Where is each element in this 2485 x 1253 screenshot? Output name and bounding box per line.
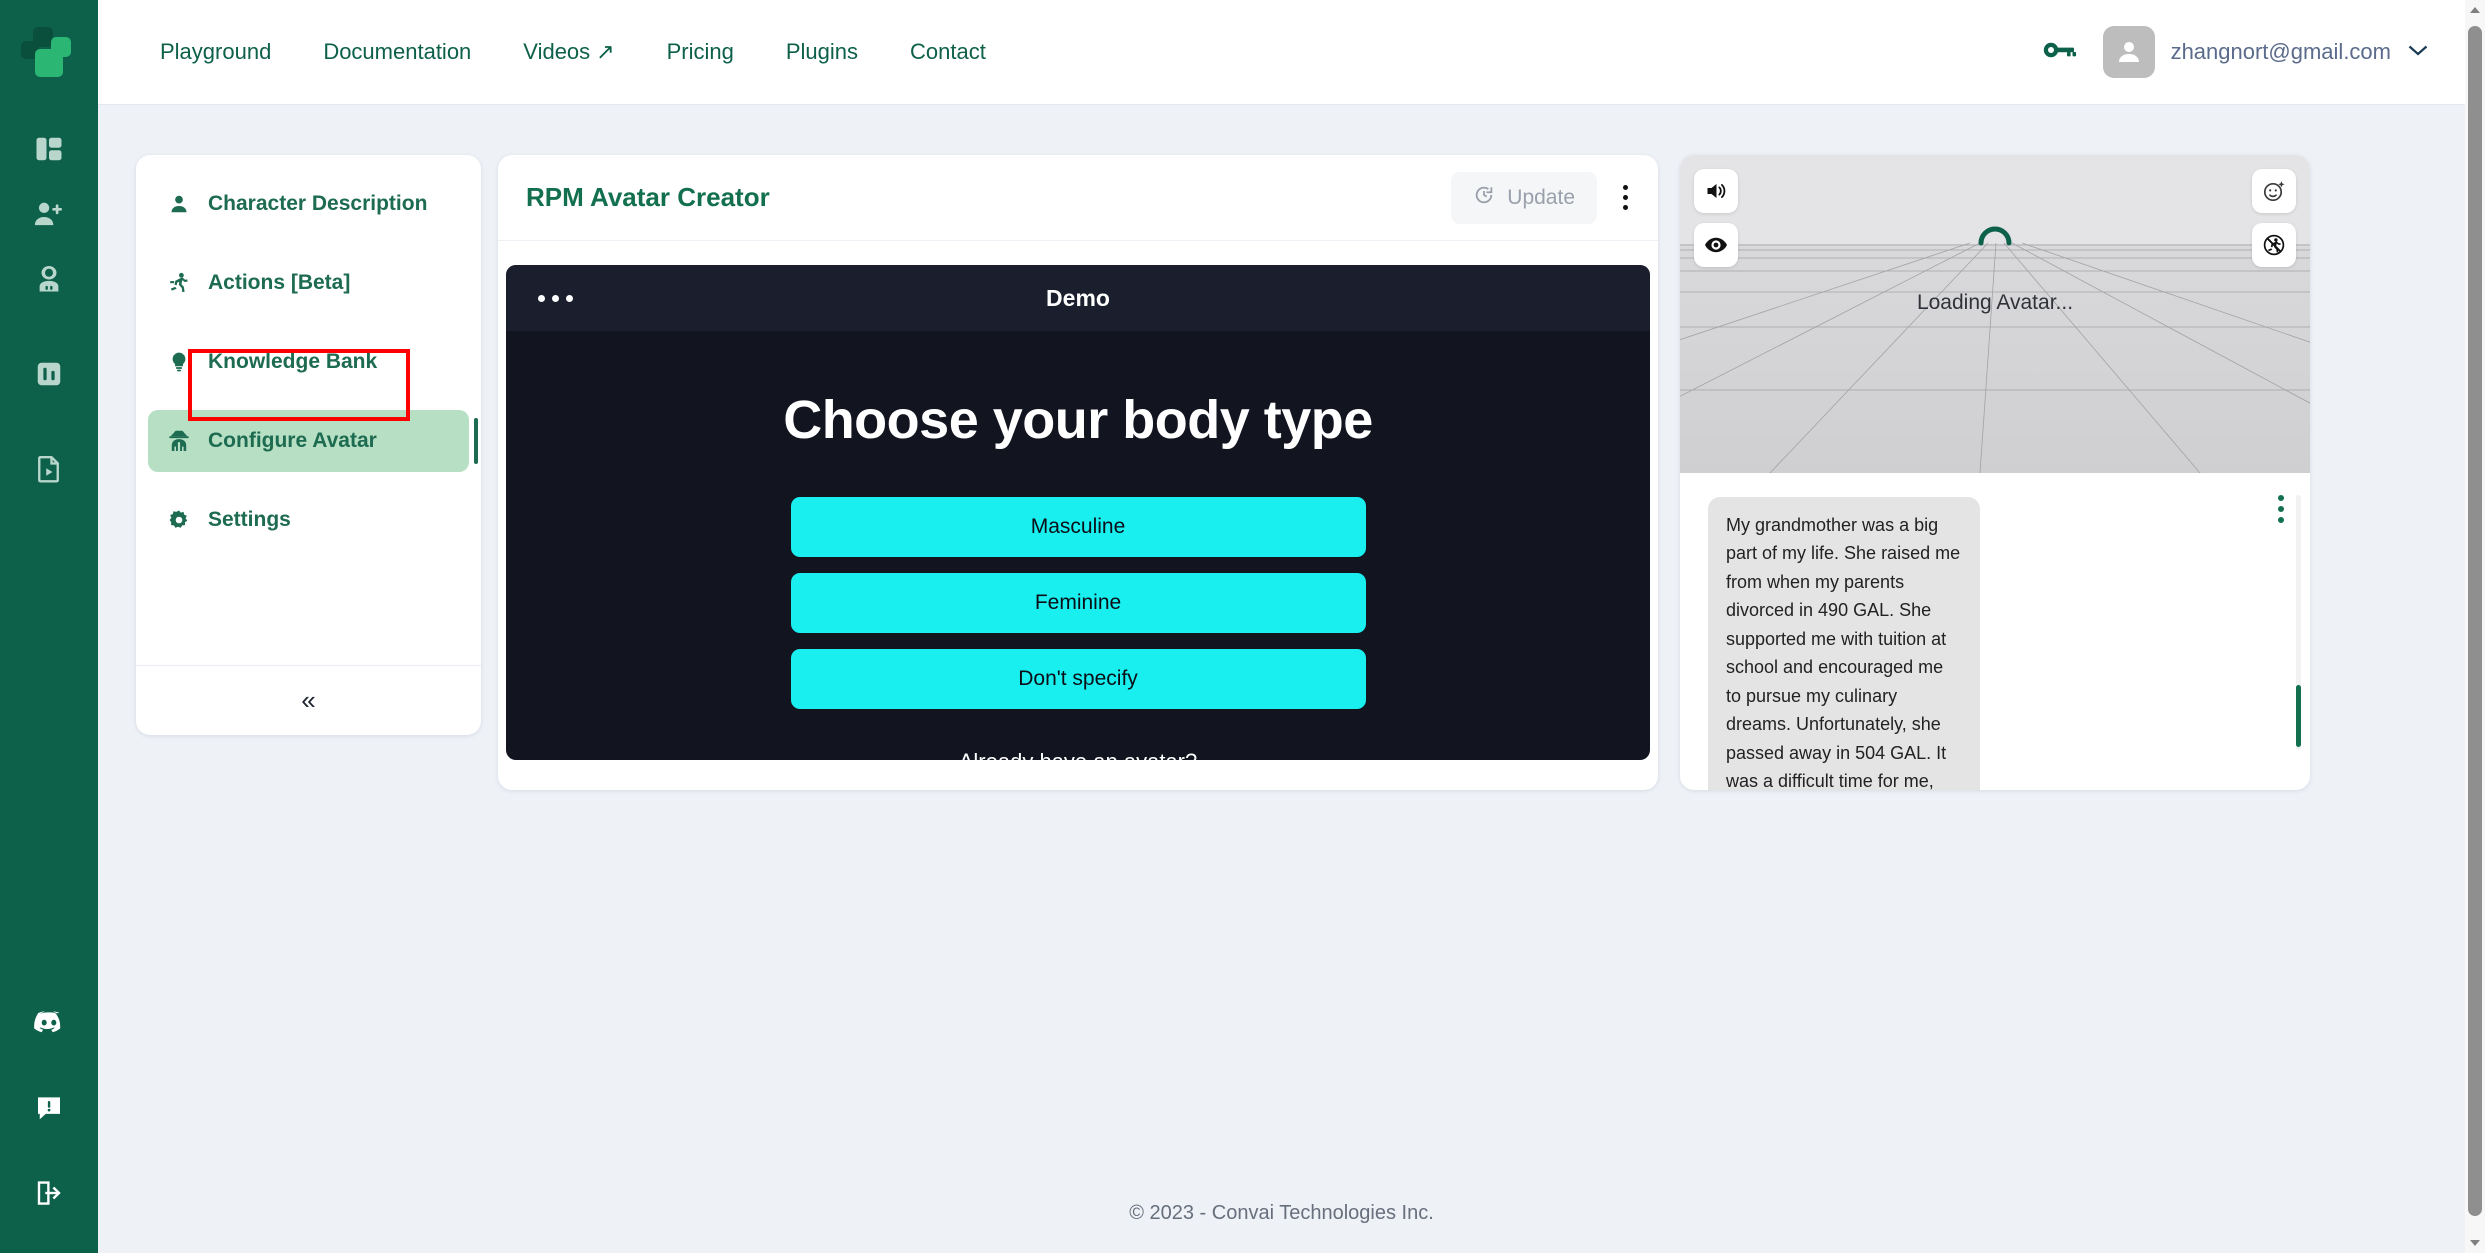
loading-avatar-text: Loading Avatar...	[1916, 291, 2074, 314]
rpm-iframe: Demo Choose your body type Masculine Fem…	[506, 265, 1650, 760]
menu-list: Character Description Actions [Beta] Kno…	[136, 155, 481, 665]
eye-icon[interactable]	[1694, 223, 1738, 267]
body-type-masculine[interactable]: Masculine	[790, 497, 1366, 557]
character-icon	[34, 264, 64, 294]
external-link-icon: ↗	[596, 39, 615, 64]
analytics-icon	[34, 359, 64, 389]
sidebar-item-character-description[interactable]: Character Description	[148, 173, 469, 235]
chat-area: My grandmother was a big part of my life…	[1680, 473, 2310, 790]
update-label: Update	[1507, 185, 1575, 209]
avatar	[2102, 26, 2155, 78]
sidebar-item-configure-avatar[interactable]: Configure Avatar	[148, 410, 478, 472]
sidebar-item-knowledge-bank[interactable]: Knowledge Bank	[148, 331, 469, 393]
dashboard-icon	[34, 134, 64, 164]
convai-logo[interactable]	[0, 0, 98, 98]
video-icon	[34, 454, 64, 484]
rail-item-dashboard[interactable]	[0, 116, 98, 181]
user-email: zhangnort@gmail.com	[2170, 39, 2391, 64]
nav-documentation[interactable]: Documentation	[297, 29, 497, 75]
chat-scrollbar-thumb[interactable]	[2296, 685, 2301, 747]
face-sparkle-icon[interactable]	[2252, 169, 2296, 213]
update-button[interactable]: Update	[1451, 171, 1597, 224]
feedback-icon	[34, 1093, 64, 1123]
nav-pricing[interactable]: Pricing	[641, 29, 760, 75]
chat-more-menu[interactable]	[2272, 489, 2290, 529]
preview-chat-panel: Loading Avatar... My grandmother was a b…	[1680, 155, 2310, 790]
page-title: RPM Avatar Creator	[526, 182, 770, 212]
message-bubble: My grandmother was a big part of my life…	[1708, 497, 1980, 790]
rail-item-add-user[interactable]	[0, 181, 98, 246]
body-type-options: Masculine Feminine Don't specify	[790, 497, 1366, 709]
rail-bottom-group	[0, 990, 98, 1225]
chevron-down-icon	[2407, 43, 2429, 62]
scrollbar-down-arrow[interactable]	[2465, 1233, 2485, 1253]
header-right-group: zhangnort@gmail.com	[2043, 26, 2429, 78]
rpm-body: Choose your body type Masculine Feminine…	[506, 331, 1650, 760]
sidebar-item-actions[interactable]: Actions [Beta]	[148, 252, 469, 314]
panel-more-menu[interactable]	[1615, 177, 1636, 218]
chat-message: My grandmother was a big part of my life…	[1680, 487, 1980, 790]
rail-item-characters[interactable]	[0, 246, 98, 311]
sidebar-collapse-button[interactable]: «	[136, 665, 481, 735]
scrollbar-thumb[interactable]	[2468, 26, 2482, 1216]
nav-contact[interactable]: Contact	[884, 29, 1012, 75]
avatar-viewport[interactable]: Loading Avatar...	[1680, 155, 2310, 473]
gear-icon	[166, 509, 192, 531]
main-content: Character Description Actions [Beta] Kno…	[98, 105, 2465, 1253]
user-menu[interactable]: zhangnort@gmail.com	[2102, 26, 2429, 78]
no-running-icon[interactable]	[2252, 223, 2296, 267]
collapse-icon: «	[301, 685, 316, 715]
sound-icon[interactable]	[1694, 169, 1738, 213]
main-navigation: Playground Documentation Videos ↗ Pricing…	[134, 29, 1012, 75]
sidebar-item-label: Settings	[208, 508, 291, 531]
running-person-icon	[166, 272, 192, 294]
rpm-window-bar: Demo	[506, 265, 1650, 331]
scrollbar-up-arrow[interactable]	[2465, 0, 2485, 20]
sidebar-item-label: Knowledge Bank	[208, 350, 378, 373]
active-item-indicator	[474, 418, 478, 464]
avatar-creator-panel: RPM Avatar Creator Update Demo Choose yo…	[498, 155, 1658, 790]
rail-top-group	[0, 116, 98, 501]
loading-spinner	[1978, 226, 2012, 246]
lightbulb-icon	[166, 351, 192, 373]
rail-item-discord[interactable]	[0, 990, 98, 1055]
top-header: Playground Documentation Videos ↗ Pricing…	[98, 0, 2465, 105]
browser-scrollbar[interactable]	[2465, 0, 2485, 1253]
sidebar-item-settings[interactable]: Settings	[148, 489, 469, 551]
logout-icon	[34, 1178, 64, 1208]
rail-item-feedback[interactable]	[0, 1075, 98, 1140]
body-type-dont-specify[interactable]: Don't specify	[790, 649, 1366, 709]
key-icon[interactable]	[2043, 39, 2077, 66]
discord-icon	[33, 1008, 65, 1038]
nav-playground[interactable]: Playground	[134, 29, 297, 75]
sidebar-item-label: Actions [Beta]	[208, 271, 351, 294]
window-dots-icon	[538, 294, 573, 302]
nav-videos[interactable]: Videos ↗	[497, 29, 640, 75]
body-type-feminine[interactable]: Feminine	[790, 573, 1366, 633]
already-have-avatar-text: Already have an avatar?	[959, 749, 1198, 760]
sidebar-item-label: Configure Avatar	[208, 429, 377, 452]
add-user-icon	[33, 199, 65, 229]
rail-item-videos[interactable]	[0, 436, 98, 501]
refresh-clock-icon	[1473, 184, 1495, 212]
rail-item-logout[interactable]	[0, 1160, 98, 1225]
panel-header: RPM Avatar Creator Update	[498, 155, 1658, 241]
rail-item-analytics[interactable]	[0, 341, 98, 406]
person-icon	[166, 193, 192, 215]
configuration-menu: Character Description Actions [Beta] Kno…	[136, 155, 481, 735]
sidebar-item-label: Character Description	[208, 192, 428, 215]
page-footer: © 2023 - Convai Technologies Inc.	[1129, 1202, 1434, 1224]
body-type-heading: Choose your body type	[783, 390, 1373, 450]
rpm-window-title: Demo	[1046, 284, 1110, 311]
detective-icon	[166, 429, 192, 453]
nav-plugins[interactable]: Plugins	[760, 29, 884, 75]
icon-rail	[0, 0, 98, 1253]
